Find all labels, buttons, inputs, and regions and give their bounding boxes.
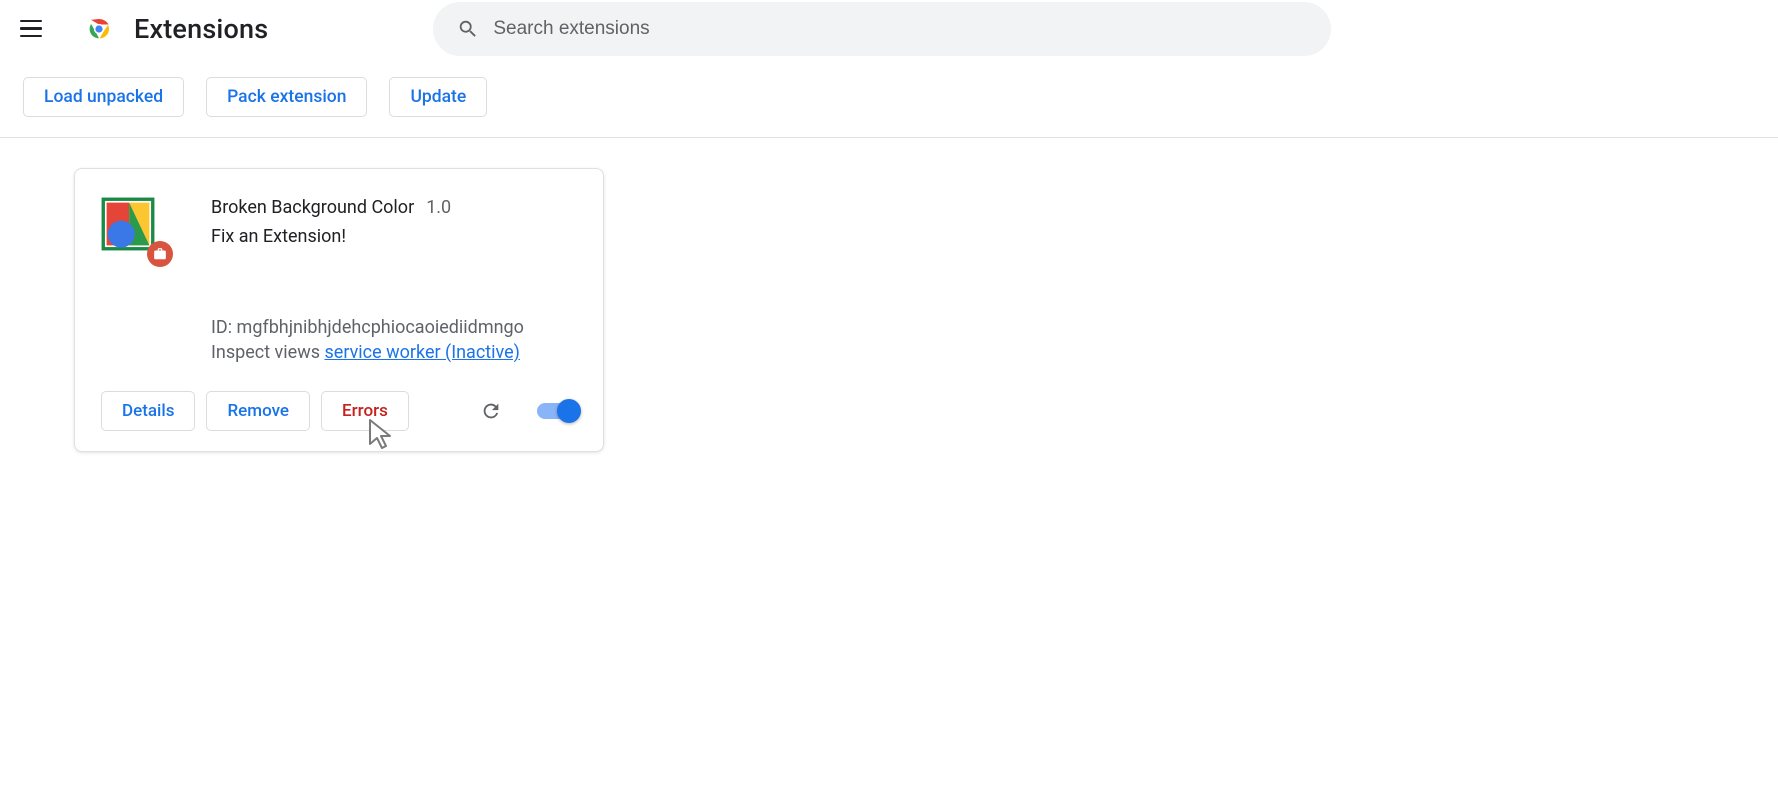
extension-card: Broken Background Color 1.0 Fix an Exten… xyxy=(74,168,604,452)
pack-extension-button[interactable]: Pack extension xyxy=(206,77,367,117)
content-area: Broken Background Color 1.0 Fix an Exten… xyxy=(0,138,1778,452)
search-icon xyxy=(457,18,479,40)
enable-toggle[interactable] xyxy=(537,403,577,419)
extension-version: 1.0 xyxy=(426,197,451,218)
update-button[interactable]: Update xyxy=(389,77,487,117)
header: Extensions xyxy=(0,0,1778,57)
developer-toolbar: Load unpacked Pack extension Update xyxy=(0,57,1778,138)
extension-description: Fix an Extension! xyxy=(211,226,577,247)
extension-id: ID: mgfbhjnibhjdehcphiocaoiediidmngo xyxy=(211,317,577,338)
remove-button[interactable]: Remove xyxy=(206,391,310,431)
hamburger-menu-icon[interactable] xyxy=(20,11,56,47)
load-unpacked-button[interactable]: Load unpacked xyxy=(23,77,184,117)
unpacked-badge-icon xyxy=(147,241,173,267)
search-input[interactable] xyxy=(493,18,1331,40)
extension-name: Broken Background Color xyxy=(211,197,414,218)
chrome-logo-icon xyxy=(84,14,114,44)
details-button[interactable]: Details xyxy=(101,391,195,431)
errors-button[interactable]: Errors xyxy=(321,391,409,431)
extension-icon xyxy=(101,197,163,259)
search-bar[interactable] xyxy=(433,2,1331,56)
service-worker-link[interactable]: service worker (Inactive) xyxy=(324,342,519,363)
inspect-views: Inspect views service worker (Inactive) xyxy=(211,342,577,363)
page-title: Extensions xyxy=(134,13,268,45)
reload-icon[interactable] xyxy=(480,400,502,422)
